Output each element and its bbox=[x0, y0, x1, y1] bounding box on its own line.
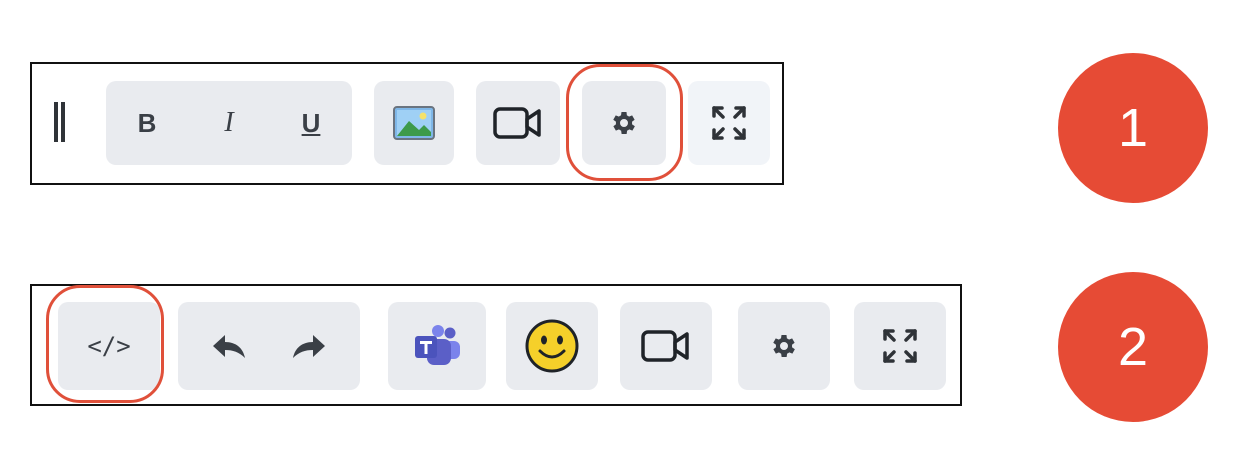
teams-button[interactable] bbox=[388, 302, 486, 390]
fullscreen-button[interactable] bbox=[854, 302, 946, 390]
image-icon bbox=[393, 106, 435, 140]
editor-toolbar-variant-2: </> bbox=[30, 284, 962, 406]
redo-icon[interactable] bbox=[289, 331, 329, 361]
video-camera-icon bbox=[641, 330, 689, 362]
fullscreen-expand-icon bbox=[712, 106, 746, 140]
video-camera-icon bbox=[493, 107, 541, 139]
underline-button[interactable]: U bbox=[281, 108, 341, 139]
text-format-group: B I U bbox=[106, 81, 352, 165]
step-badge-1: 1 bbox=[1058, 53, 1208, 203]
bold-button[interactable]: B bbox=[117, 108, 177, 139]
video-button[interactable] bbox=[476, 81, 560, 165]
undo-icon[interactable] bbox=[209, 331, 249, 361]
emoji-button[interactable] bbox=[506, 302, 598, 390]
fullscreen-button[interactable] bbox=[688, 81, 770, 165]
history-group bbox=[178, 302, 360, 390]
video-button[interactable] bbox=[620, 302, 712, 390]
fullscreen-expand-icon bbox=[883, 329, 917, 363]
smiley-emoji-icon bbox=[525, 319, 579, 373]
drag-handle-icon[interactable] bbox=[54, 102, 66, 142]
teams-icon bbox=[415, 325, 460, 365]
gear-icon bbox=[773, 335, 795, 357]
settings-button[interactable] bbox=[738, 302, 830, 390]
italic-button[interactable]: I bbox=[199, 107, 259, 139]
highlight-ring-code-view bbox=[46, 285, 164, 403]
step-badge-2: 2 bbox=[1058, 272, 1208, 422]
highlight-ring-settings bbox=[566, 64, 683, 181]
insert-image-button[interactable] bbox=[374, 81, 454, 165]
